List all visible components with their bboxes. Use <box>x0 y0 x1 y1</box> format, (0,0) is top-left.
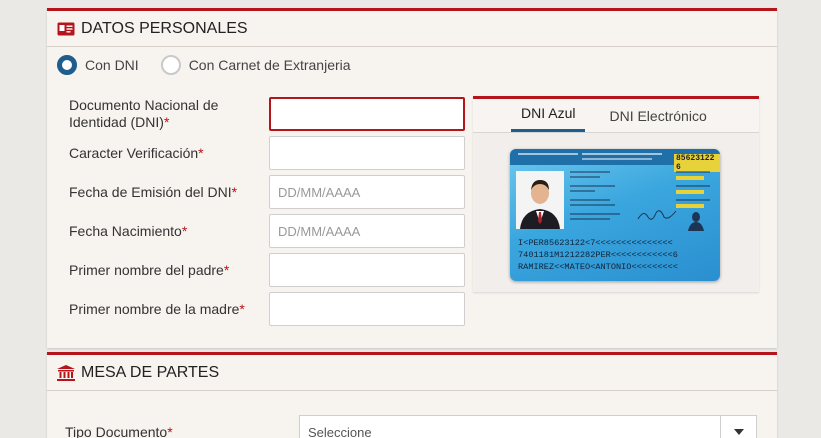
institution-icon <box>57 364 75 381</box>
mesa-de-partes-header: MESA DE PARTES <box>47 355 777 391</box>
required-mark: * <box>181 222 188 239</box>
dni-tabs: DNI Azul DNI Electrónico <box>473 99 759 133</box>
id-card-icon <box>57 22 75 36</box>
required-mark: * <box>167 424 173 438</box>
small-photo-mark <box>688 212 704 231</box>
field-row-padre: Primer nombre del padre* <box>69 253 469 287</box>
radio-con-dni[interactable]: Con DNI <box>57 55 139 75</box>
field-label-padre: Primer nombre del padre* <box>69 261 230 278</box>
datos-personales-title: DATOS PERSONALES <box>81 19 248 37</box>
card-text-line <box>570 190 595 192</box>
card-text-line <box>582 158 652 160</box>
dni-sample-box: DNI Azul DNI Electrónico 85623122 6 I<PE… <box>473 96 759 292</box>
card-text-line <box>676 204 704 208</box>
radio-label-con-dni: Con DNI <box>85 57 139 73</box>
document-type-radios: Con DNI Con Carnet de Extranjeria <box>57 55 373 75</box>
radio-dot-checked[interactable] <box>57 55 77 75</box>
card-text-line <box>676 199 710 201</box>
required-mark: * <box>163 114 170 130</box>
radio-con-carnet[interactable]: Con Carnet de Extranjeria <box>160 55 351 75</box>
card-text-line <box>518 153 578 155</box>
tab-dni-azul[interactable]: DNI Azul <box>511 105 586 132</box>
nombre-madre-input[interactable] <box>269 292 465 326</box>
dni-card-image: 85623122 6 I<PER85623122<7<<<<<<<<<<<<<<… <box>510 149 720 281</box>
card-text-line <box>570 204 615 206</box>
field-row-madre: Primer nombre de la madre* <box>69 292 469 326</box>
tab-dni-electronico[interactable]: DNI Electrónico <box>599 108 716 132</box>
radio-dot-unchecked[interactable] <box>160 55 181 75</box>
mesa-de-partes-panel: MESA DE PARTES Tipo Documento* Seleccion… <box>47 352 777 438</box>
required-mark: * <box>231 183 238 200</box>
fecha-emision-input[interactable]: DD/MM/AAAA <box>269 175 465 209</box>
caracter-verificacion-input[interactable] <box>269 136 465 170</box>
datos-personales-panel: DATOS PERSONALES Con DNI Con Carnet de E… <box>47 8 777 348</box>
card-text-line <box>676 185 710 187</box>
field-label-fecha-nacimiento: Fecha Nacimiento* <box>69 222 188 239</box>
signature-mark <box>637 210 677 220</box>
required-mark: * <box>198 144 204 161</box>
fecha-nacimiento-input[interactable]: DD/MM/AAAA <box>269 214 465 248</box>
mesa-de-partes-title: MESA DE PARTES <box>81 363 220 381</box>
field-label-dni: Documento Nacional de Identidad (DNI)* <box>69 97 219 130</box>
card-mrz: I<PER85623122<7<<<<<<<<<<<<<<< 7401181M12… <box>518 238 678 272</box>
card-text-line <box>676 171 710 173</box>
datos-personales-header: DATOS PERSONALES <box>47 11 777 47</box>
card-number: 85623122 6 <box>674 154 720 172</box>
dni-input[interactable] <box>269 97 465 131</box>
card-text-line <box>570 185 615 187</box>
field-label-madre: Primer nombre de la madre* <box>69 300 245 317</box>
field-row-caracter: Caracter Verificación* <box>69 136 469 170</box>
field-row-dni: Documento Nacional de Identidad (DNI)* <box>69 97 469 131</box>
select-value: Seleccione <box>308 424 372 438</box>
radio-label-con-carnet: Con Carnet de Extranjeria <box>188 57 351 73</box>
card-text-line <box>676 176 704 180</box>
field-label-caracter: Caracter Verificación* <box>69 144 204 161</box>
card-text-line <box>582 153 662 155</box>
nombre-padre-input[interactable] <box>269 253 465 287</box>
card-text-line <box>570 218 610 220</box>
required-mark: * <box>223 261 230 278</box>
field-label-fecha-emision: Fecha de Emisión del DNI* <box>69 183 238 200</box>
card-text-line <box>676 190 704 194</box>
card-text-line <box>570 213 620 215</box>
card-text-line <box>570 176 600 178</box>
tipo-documento-select[interactable]: Seleccione <box>299 415 757 438</box>
tipo-documento-label: Tipo Documento* <box>65 424 173 438</box>
field-row-fecha-nacimiento: Fecha Nacimiento* DD/MM/AAAA <box>69 214 469 248</box>
card-text-line <box>570 171 610 173</box>
caret-down-icon[interactable] <box>720 416 756 438</box>
field-row-fecha-emision: Fecha de Emisión del DNI* DD/MM/AAAA <box>69 175 469 209</box>
card-photo <box>516 171 564 229</box>
required-mark: * <box>239 300 245 317</box>
card-text-line <box>570 199 610 201</box>
tipo-documento-row: Tipo Documento* Seleccione <box>65 415 757 438</box>
